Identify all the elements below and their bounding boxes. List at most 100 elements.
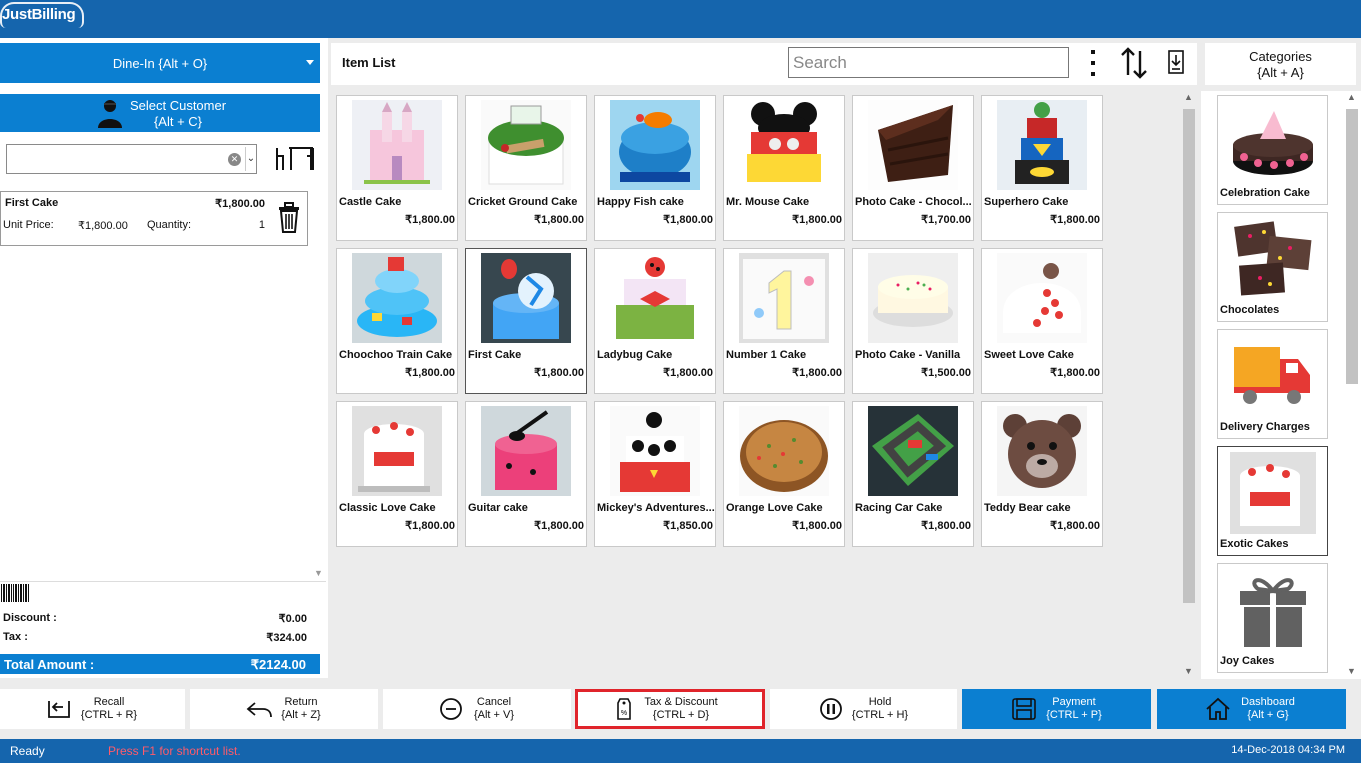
return-shortcut: {Alt + Z}: [281, 709, 321, 721]
category-item[interactable]: Exotic Cakes: [1217, 446, 1328, 556]
tax-discount-shortcut: {CTRL + D}: [652, 709, 710, 721]
category-item[interactable]: Chocolates: [1217, 212, 1328, 322]
item-image: [868, 406, 958, 496]
tax-discount-button[interactable]: % Tax & Discount {CTRL + D}: [575, 689, 765, 729]
categories-panel: Celebration Cake Chocolates Delivery Cha…: [1201, 91, 1361, 679]
select-customer-button[interactable]: Select Customer {Alt + C}: [0, 94, 320, 132]
item-name: Mickey's Adventures...: [597, 502, 715, 514]
cart-item-name: First Cake: [5, 197, 59, 209]
chevron-down-icon[interactable]: ⌄: [245, 147, 256, 171]
hold-button[interactable]: Hold {CTRL + H}: [770, 689, 957, 729]
item-card[interactable]: Ladybug Cake ₹1,800.00: [594, 248, 716, 394]
item-name: Orange Love Cake: [726, 502, 823, 514]
customer-combobox[interactable]: ✕ ⌄: [6, 144, 257, 174]
item-card[interactable]: Classic Love Cake ₹1,800.00: [336, 401, 458, 547]
scroll-down-icon[interactable]: ▼: [314, 568, 323, 578]
quantity-value[interactable]: 1: [241, 219, 265, 231]
item-price: ₹1,500.00: [921, 367, 971, 379]
status-datetime: 14-Dec-2018 04:34 PM: [1231, 744, 1345, 756]
item-price: ₹1,800.00: [792, 367, 842, 379]
download-list-icon[interactable]: [1167, 49, 1185, 75]
item-card[interactable]: Photo Cake - Vanilla ₹1,500.00: [852, 248, 974, 394]
cancel-shortcut: {Alt + V}: [473, 709, 515, 721]
cart-scrollbar[interactable]: ▼: [312, 88, 326, 578]
item-image: [997, 100, 1087, 190]
item-image: [610, 100, 700, 190]
gift-icon: [1230, 569, 1316, 651]
recall-label: Recall: [93, 696, 125, 708]
item-image: [868, 253, 958, 343]
action-bar: Recall {CTRL + R} Return {Alt + Z} Cance…: [0, 689, 1361, 729]
return-button[interactable]: Return {Alt + Z}: [190, 689, 378, 729]
item-price: ₹1,800.00: [1050, 367, 1100, 379]
category-item[interactable]: Celebration Cake: [1217, 95, 1328, 205]
scrollbar-thumb[interactable]: [1183, 109, 1195, 603]
category-item[interactable]: Joy Cakes: [1217, 563, 1328, 673]
item-card[interactable]: Racing Car Cake ₹1,800.00: [852, 401, 974, 547]
customer-input[interactable]: [9, 147, 223, 171]
scroll-up-icon[interactable]: ▲: [1347, 92, 1356, 102]
item-card[interactable]: Cricket Ground Cake ₹1,800.00: [465, 95, 587, 241]
item-card[interactable]: Choochoo Train Cake ₹1,800.00: [336, 248, 458, 394]
scroll-up-icon[interactable]: ▲: [1184, 92, 1193, 102]
barcode-icon: [1, 584, 29, 602]
search-input[interactable]: [789, 48, 1068, 77]
item-card[interactable]: Guitar cake ₹1,800.00: [465, 401, 587, 547]
item-name: Happy Fish cake: [597, 196, 684, 208]
item-name: Number 1 Cake: [726, 349, 807, 361]
discount-row: Discount : ₹0.00: [0, 608, 320, 627]
dine-in-dropdown[interactable]: Dine-In {Alt + O}: [0, 43, 320, 83]
quantity-label: Quantity:: [147, 219, 192, 231]
item-card[interactable]: Teddy Bear cake ₹1,800.00: [981, 401, 1103, 547]
item-price: ₹1,800.00: [792, 214, 842, 226]
category-name: Celebration Cake: [1220, 187, 1310, 199]
delivery-truck-icon: [1230, 335, 1316, 417]
item-card[interactable]: Mr. Mouse Cake ₹1,800.00: [723, 95, 845, 241]
categories-button[interactable]: Categories {Alt + A}: [1205, 43, 1356, 85]
item-price: ₹1,800.00: [405, 520, 455, 532]
more-options-icon[interactable]: [1089, 47, 1097, 79]
item-card[interactable]: Mickey's Adventures... ₹1,850.00: [594, 401, 716, 547]
sort-icon[interactable]: [1119, 47, 1149, 79]
recall-button[interactable]: Recall {CTRL + R}: [0, 689, 185, 729]
barcode-scanner-field[interactable]: [0, 581, 326, 605]
item-card[interactable]: Happy Fish cake ₹1,800.00: [594, 95, 716, 241]
category-item[interactable]: Delivery Charges: [1217, 329, 1328, 439]
scroll-down-icon[interactable]: ▼: [1184, 666, 1193, 676]
clear-icon[interactable]: ✕: [228, 153, 241, 166]
recall-shortcut: {CTRL + R}: [80, 709, 138, 721]
item-name: Photo Cake - Chocol...: [855, 196, 972, 208]
item-price: ₹1,800.00: [405, 214, 455, 226]
item-image: [610, 253, 700, 343]
item-card[interactable]: Orange Love Cake ₹1,800.00: [723, 401, 845, 547]
cancel-button[interactable]: Cancel {Alt + V}: [383, 689, 571, 729]
categories-title: Categories: [1249, 49, 1312, 64]
app-logo: JustBilling: [0, 2, 84, 28]
item-card[interactable]: Number 1 Cake ₹1,800.00: [723, 248, 845, 394]
scrollbar-thumb[interactable]: [1346, 109, 1358, 384]
hold-shortcut: {CTRL + H}: [851, 709, 909, 721]
item-image: [481, 406, 571, 496]
totals-section: Discount : ₹0.00 Tax : ₹324.00: [0, 608, 320, 646]
trash-icon[interactable]: [275, 200, 303, 234]
scroll-down-icon[interactable]: ▼: [1347, 666, 1356, 676]
item-name: Superhero Cake: [984, 196, 1069, 208]
item-card[interactable]: Superhero Cake ₹1,800.00: [981, 95, 1103, 241]
categories-scrollbar[interactable]: ▲ ▼: [1344, 91, 1360, 677]
item-card[interactable]: Photo Cake - Chocol... ₹1,700.00: [852, 95, 974, 241]
hold-label: Hold: [868, 696, 892, 708]
item-price: ₹1,700.00: [921, 214, 971, 226]
item-card[interactable]: First Cake ₹1,800.00: [465, 248, 587, 394]
dropdown-caret-icon: [306, 60, 314, 65]
cart-item[interactable]: First Cake ₹1,800.00 Unit Price: ₹1,800.…: [0, 191, 308, 246]
payment-button[interactable]: Payment {CTRL + P}: [962, 689, 1151, 729]
discount-value: ₹0.00: [278, 613, 307, 625]
item-card[interactable]: Castle Cake ₹1,800.00: [336, 95, 458, 241]
total-amount-bar: Total Amount : ₹2124.00: [0, 654, 320, 674]
search-box[interactable]: [788, 47, 1069, 78]
category-image: [1230, 101, 1316, 183]
dashboard-button[interactable]: Dashboard {Alt + G}: [1157, 689, 1346, 729]
item-price: ₹1,850.00: [663, 520, 713, 532]
item-grid-scrollbar[interactable]: ▲ ▼: [1181, 91, 1197, 677]
item-card[interactable]: Sweet Love Cake ₹1,800.00: [981, 248, 1103, 394]
